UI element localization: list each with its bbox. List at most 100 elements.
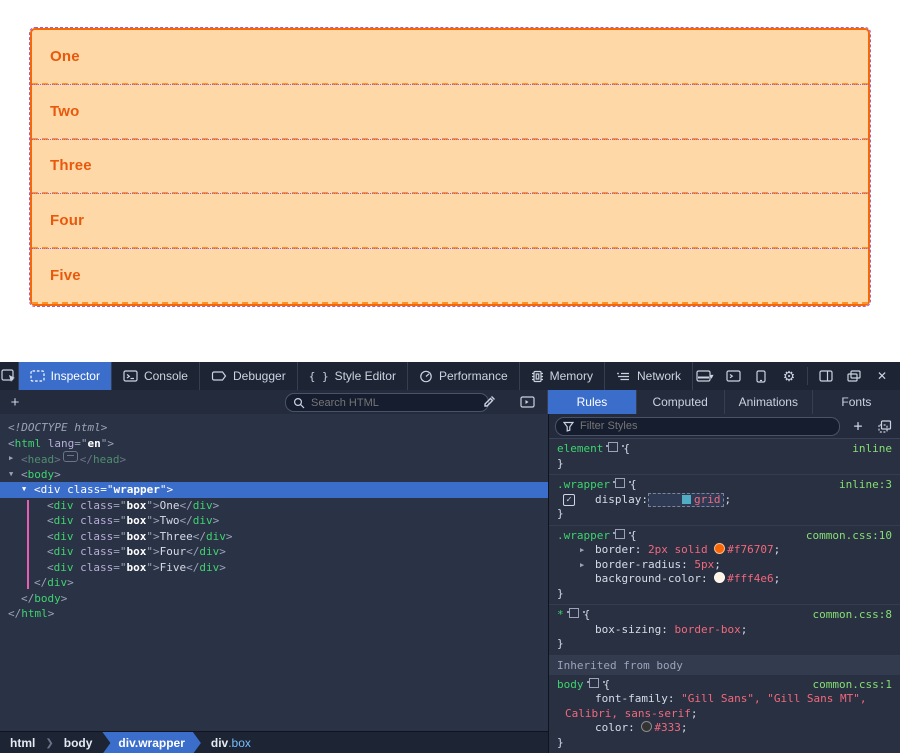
source-link[interactable]: inline:3	[839, 478, 892, 493]
markup-line-selected[interactable]: ▼<div class="wrapper">	[0, 482, 548, 498]
markup-line[interactable]: </body>	[0, 591, 548, 607]
css-declaration[interactable]: ▶border: 2px solid #f76707;	[557, 543, 892, 558]
tab-label: Network	[637, 369, 681, 383]
css-declaration[interactable]: background-color: #fff4e6;	[557, 572, 892, 587]
markup-token: >	[219, 545, 226, 558]
inherited-from-header: Inherited from body	[549, 656, 900, 675]
rule-selector-line: body{common.css:1	[557, 678, 892, 693]
color-swatch[interactable]	[714, 572, 725, 583]
css-selector[interactable]: body	[557, 678, 584, 693]
markup-token: >	[54, 453, 61, 466]
breadcrumb-item-html[interactable]: html	[0, 732, 45, 753]
expand-shorthand-icon[interactable]: ▶	[580, 558, 584, 573]
tab-label: Debugger	[233, 369, 286, 383]
source-link[interactable]: common.css:1	[813, 678, 892, 693]
filter-styles-input[interactable]	[578, 419, 832, 433]
css-declaration[interactable]: ▶border-radius: 5px;	[557, 558, 892, 573]
grid-highlighter-badge[interactable]: grid	[648, 493, 725, 507]
search-box	[285, 393, 489, 412]
markup-token: div	[41, 483, 61, 496]
collapse-arrow-icon[interactable]: ▼	[22, 482, 26, 498]
css-declaration[interactable]: box-sizing: border-box;	[557, 623, 892, 638]
highlight-matches-icon[interactable]	[608, 442, 618, 452]
markup-token: ="	[113, 499, 126, 512]
markup-line[interactable]: <div class="box">Four</div>	[0, 544, 548, 560]
tab-console[interactable]: Console	[112, 362, 200, 390]
color-swatch[interactable]	[641, 721, 652, 732]
collapsed-content-icon[interactable]	[63, 451, 78, 462]
markup-line[interactable]: <div class="box">Two</div>	[0, 513, 548, 529]
markup-line[interactable]: <!DOCTYPE html>	[0, 420, 548, 436]
search-input[interactable]	[309, 396, 481, 410]
close-brace: }	[557, 736, 892, 751]
sidebar-tab-animations[interactable]: Animations	[725, 390, 813, 414]
markup-token: head	[93, 453, 120, 466]
expand-shorthand-icon[interactable]: ▶	[580, 543, 584, 558]
responsive-mode-button[interactable]	[749, 365, 773, 387]
pseudo-class-icon	[878, 420, 892, 433]
breadcrumb-item-div-wrapper[interactable]: div.wrapper	[102, 732, 200, 753]
sidebar-tab-fonts[interactable]: Fonts	[813, 390, 900, 414]
rules-toolbar: +	[549, 414, 900, 439]
markup-line[interactable]: </div>	[0, 575, 548, 591]
breadcrumb-label: div	[211, 736, 228, 750]
markup-line[interactable]: ▶<head></head>	[0, 451, 548, 467]
eyedropper-button[interactable]	[477, 391, 501, 413]
collapse-arrow-icon[interactable]: ▼	[9, 467, 13, 483]
declaration-checkbox[interactable]: ✓	[563, 494, 575, 506]
tab-label: Console	[144, 369, 188, 383]
markup-token: <	[21, 468, 28, 481]
dock-side-button[interactable]	[814, 365, 838, 387]
source-link[interactable]: common.css:8	[813, 608, 892, 623]
tab-memory[interactable]: Memory	[520, 362, 605, 390]
sidebar-tab-computed[interactable]: Computed	[637, 390, 725, 414]
tab-style-editor[interactable]: { }Style Editor	[298, 362, 408, 390]
color-swatch[interactable]	[714, 543, 725, 554]
markup-line[interactable]: <div class="box">One</div>	[0, 498, 548, 514]
markup-line[interactable]: <div class="box">Five</div>	[0, 560, 548, 576]
css-selector[interactable]: *	[557, 608, 564, 623]
grid-box-four: Four	[32, 194, 868, 249]
markup-line[interactable]: <html lang="en">	[0, 436, 548, 452]
source-link[interactable]: inline	[852, 442, 892, 457]
expand-arrow-icon[interactable]: ▶	[9, 451, 13, 467]
css-declaration[interactable]: ✓display:grid;	[557, 493, 892, 508]
breadcrumb-item-body[interactable]: body	[54, 732, 103, 753]
tab-network[interactable]: Network	[605, 362, 693, 390]
settings-button[interactable]: ⚙	[777, 365, 801, 387]
markup-line[interactable]: ▼<body>	[0, 467, 548, 483]
css-declaration[interactable]: color: #333;	[557, 721, 892, 736]
create-node-button[interactable]: +	[0, 394, 30, 411]
split-console-button[interactable]	[721, 365, 745, 387]
css-selector[interactable]: .wrapper	[557, 529, 610, 544]
tab-inspector[interactable]: Inspector	[19, 362, 112, 390]
add-rule-button[interactable]: +	[850, 415, 866, 437]
dock-bottom-button[interactable]: ▾	[693, 365, 717, 387]
element-picker-button[interactable]	[0, 362, 19, 390]
markup-view: <!DOCTYPE html><html lang="en">▶<head></…	[0, 414, 548, 731]
source-link[interactable]: common.css:10	[806, 529, 892, 544]
sidebar-tab-rules[interactable]: Rules	[548, 390, 636, 414]
markup-line[interactable]: <div class="box">Three</div>	[0, 529, 548, 545]
multi-window-icon	[847, 370, 861, 382]
highlight-matches-icon[interactable]	[615, 529, 625, 539]
tab-debugger[interactable]: Debugger	[200, 362, 298, 390]
tab-performance[interactable]: Performance	[408, 362, 520, 390]
css-selector[interactable]: .wrapper	[557, 478, 610, 493]
close-button[interactable]: ✕	[870, 365, 894, 387]
highlight-matches-icon[interactable]	[589, 678, 599, 688]
multi-window-button[interactable]	[842, 365, 866, 387]
css-declaration[interactable]: font-family: "Gill Sans", "Gill Sans MT"…	[557, 692, 892, 721]
highlight-matches-icon[interactable]	[569, 608, 579, 618]
property-name: box-sizing:	[595, 623, 668, 636]
highlight-matches-icon[interactable]	[615, 478, 625, 488]
property-value	[708, 572, 715, 585]
pseudo-class-panel-button[interactable]	[876, 415, 894, 437]
markup-token: wrapper	[114, 483, 160, 496]
markup-line[interactable]: </html>	[0, 606, 548, 622]
css-selector[interactable]: element	[557, 442, 603, 457]
three-pane-toggle-button[interactable]	[515, 391, 539, 413]
markup-token: body	[34, 592, 61, 605]
markup-token: <	[8, 437, 15, 450]
breadcrumb-item-div-box[interactable]: div.box	[201, 732, 261, 753]
